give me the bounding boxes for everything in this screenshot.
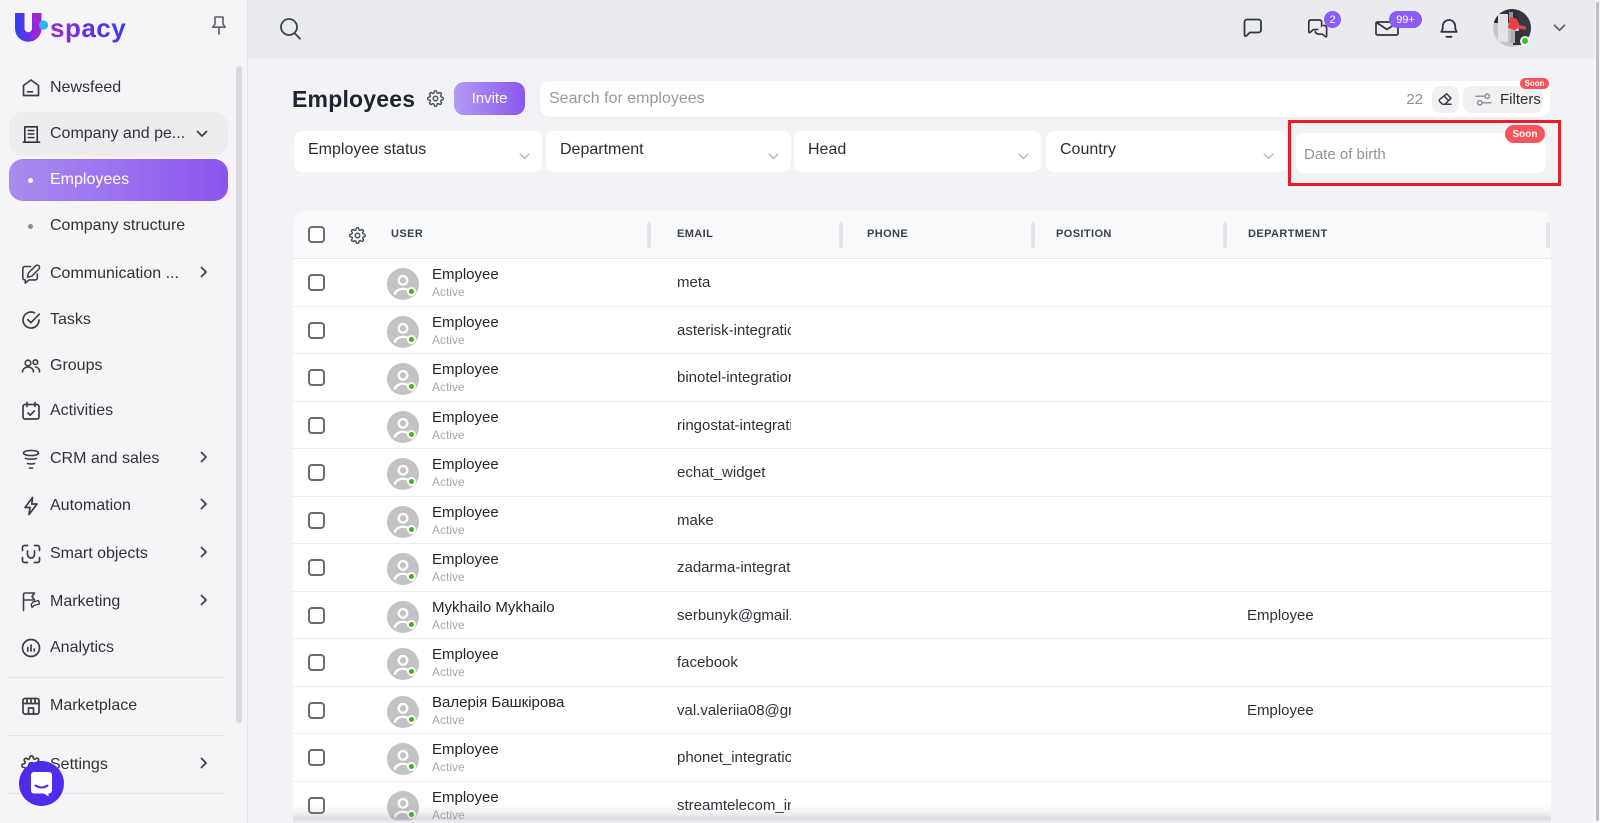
svg-text:spacy: spacy: [50, 13, 126, 43]
